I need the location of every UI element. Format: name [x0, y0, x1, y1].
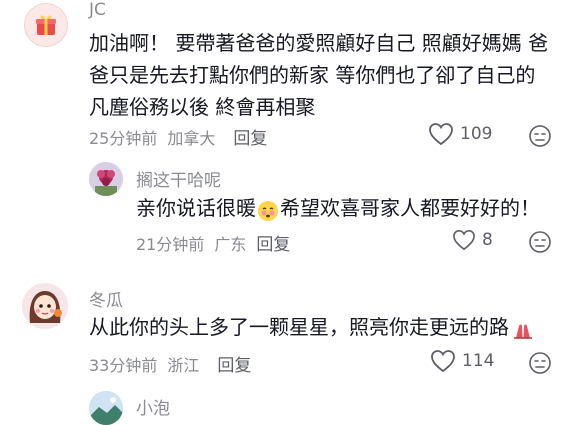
avatar[interactable] — [89, 162, 123, 196]
reply-button[interactable]: 回复 — [233, 124, 267, 149]
comment-location: 浙江 — [167, 355, 200, 375]
comment-text: 从此你的头上多了一颗星星，照亮你走更远的路 — [89, 311, 535, 343]
reply-button[interactable]: 回复 — [217, 351, 251, 376]
cartoon-girl-avatar — [22, 283, 68, 329]
like-count: 114 — [462, 351, 495, 371]
comment-location: 广东 — [214, 234, 247, 254]
avatar[interactable] — [89, 391, 123, 425]
landscape-avatar — [89, 391, 123, 425]
comment-author[interactable]: 冬瓜 — [89, 286, 123, 311]
comment-location: 加拿大 — [167, 128, 216, 148]
like-count: 8 — [482, 230, 493, 250]
comment-time: 21分钟前 — [136, 234, 205, 254]
comment-meta: 33分钟前 浙江 回复 — [89, 351, 251, 377]
like-button[interactable]: 8 — [452, 229, 493, 251]
reply-button[interactable]: 回复 — [256, 230, 290, 255]
comment-text-part: 从此你的头上多了一颗星星，照亮你走更远的路 — [89, 315, 509, 339]
heart-icon — [429, 123, 453, 146]
like-button[interactable]: 114 — [430, 349, 494, 373]
comment-time: 25分钟前 — [89, 128, 158, 148]
comment-author[interactable]: 小泡 — [136, 394, 170, 419]
avatar[interactable] — [24, 3, 68, 47]
dislike-face-icon[interactable] — [528, 230, 552, 254]
comment-text-part: 亲你说话很暖 — [136, 196, 256, 220]
comment-meta: 21分钟前 广东 回复 — [136, 230, 290, 256]
dislike-face-icon[interactable] — [528, 124, 552, 148]
bashful-emoji-icon — [258, 200, 278, 221]
comment-text: 亲你说话很暖 希望欢喜哥家人都要好好的！ — [136, 192, 540, 224]
comment-text-line: 爸只是先去打點你們的新家 等你們也了卻了自己的 — [89, 63, 536, 87]
comment-author[interactable]: 搁这干哈呢 — [136, 166, 221, 191]
comment-author[interactable]: JC — [89, 0, 106, 20]
gift-box-icon — [36, 15, 56, 35]
flower-avatar — [89, 162, 123, 196]
avatar[interactable] — [22, 283, 68, 329]
comment-text-line: 凡塵俗務以後 終會再相聚 — [89, 95, 316, 119]
praying-hands-emoji-icon — [514, 324, 532, 339]
comment-meta: 25分钟前 加拿大 回复 — [89, 124, 267, 150]
comment-time: 33分钟前 — [89, 355, 158, 375]
heart-icon — [453, 230, 475, 251]
heart-icon — [431, 350, 455, 373]
like-button[interactable]: 109 — [428, 122, 492, 146]
dislike-face-icon[interactable] — [528, 351, 552, 375]
like-count: 109 — [460, 124, 493, 144]
comment-text-line: 加油啊！ 要帶著爸爸的愛照顧好自己 照顧好媽媽 爸 — [89, 31, 549, 55]
comment-text-part: 希望欢喜哥家人都要好好的！ — [280, 196, 540, 220]
